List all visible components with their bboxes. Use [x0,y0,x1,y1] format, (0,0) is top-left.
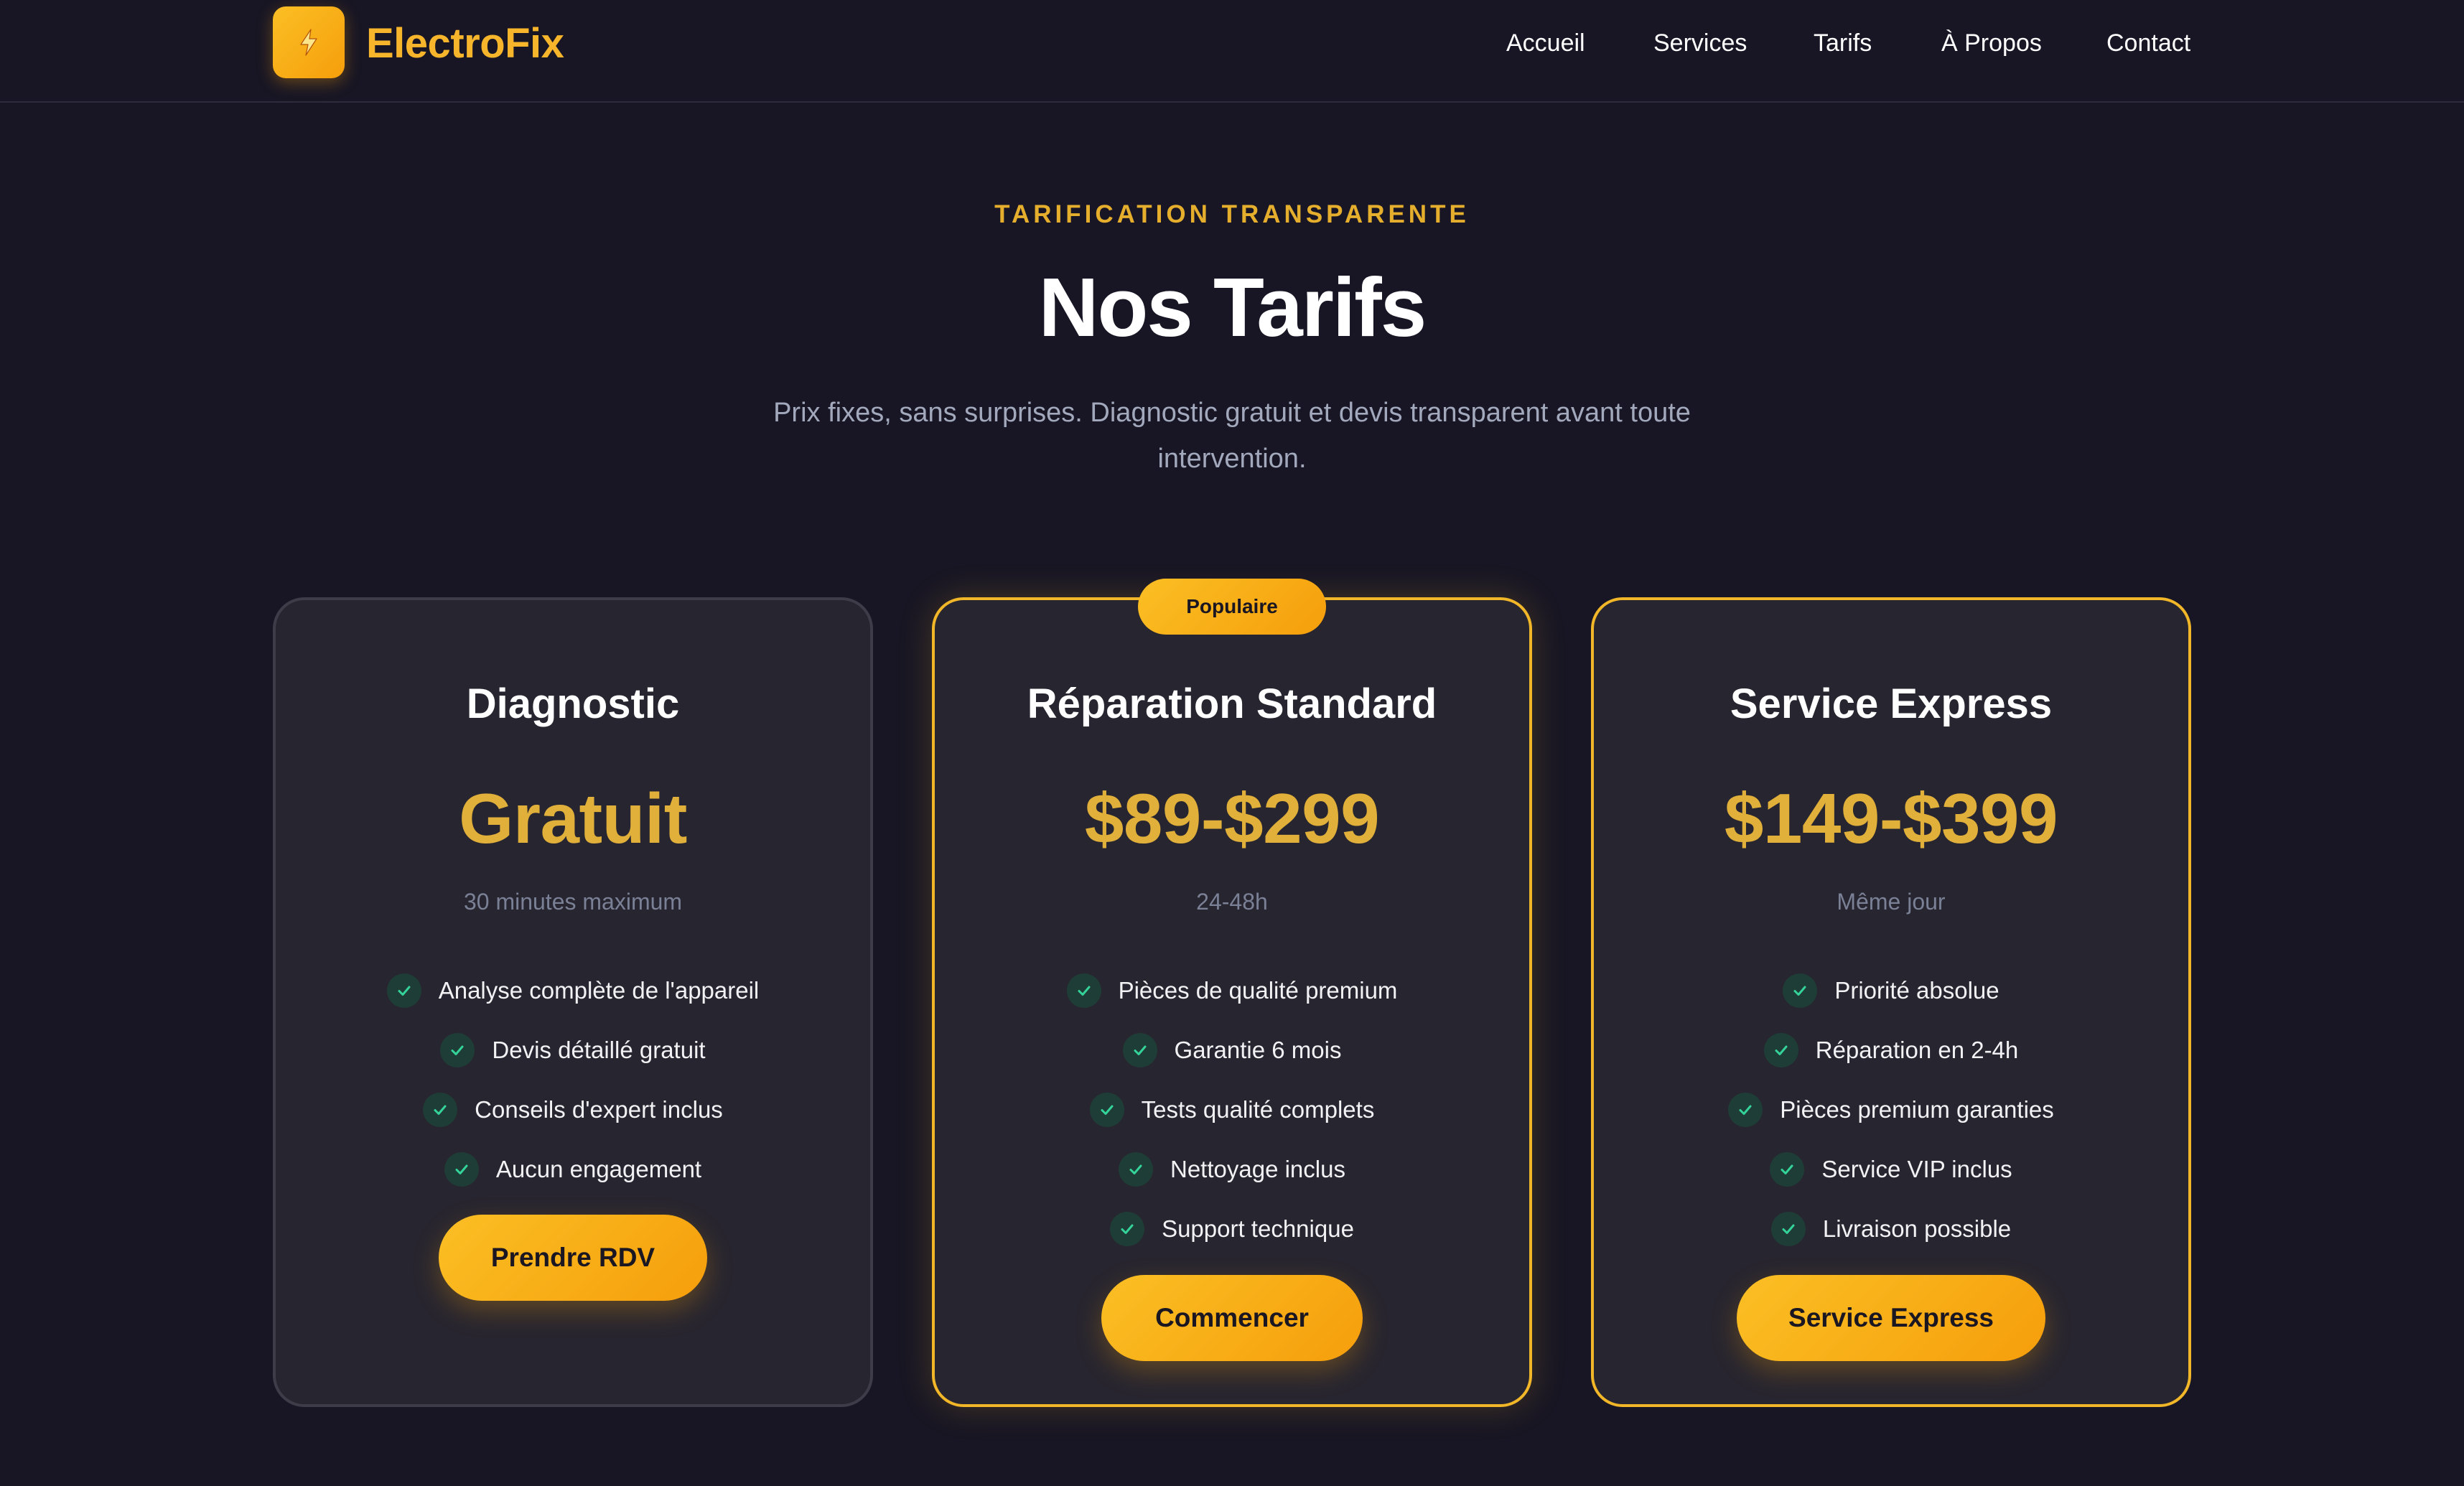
feature-item: Tests qualité complets [935,1080,1529,1139]
pricing-card-reparation-standard: Populaire Réparation Standard $89-$299 2… [932,579,1532,1407]
page-title: Nos Tarifs [1038,261,1427,354]
check-icon [1122,1032,1157,1067]
prendre-rdv-button[interactable]: Prendre RDV [439,1215,707,1301]
feature-item: Support technique [935,1199,1529,1258]
feature-label: Livraison possible [1822,1215,2012,1242]
pricing-card-service-express: Service Express $149-$399 Même jour Prio… [1591,597,2191,1407]
feature-item: Livraison possible [1594,1199,2188,1258]
check-icon [423,1092,458,1127]
brand-name[interactable]: ElectroFix [366,20,564,67]
nav-item-contact[interactable]: Contact [2106,26,2190,60]
plan-duration: 24-48h [1196,889,1268,915]
lightning-bolt-glyph [300,29,317,56]
feature-label: Pièces premium garanties [1780,1095,2054,1123]
plan-name: Réparation Standard [1027,681,1437,727]
feature-item: Nettoyage inclus [935,1139,1529,1199]
pricing-card-diagnostic: Diagnostic Gratuit 30 minutes maximum An… [273,597,873,1407]
plan-price: $149-$399 [1724,779,2058,858]
feature-item: Garantie 6 mois [935,1020,1529,1080]
popular-badge: Populaire [1138,579,1326,635]
feature-label: Conseils d'expert inclus [475,1095,723,1123]
feature-item: Pièces de qualité premium [935,961,1529,1020]
feature-item: Analyse complète de l'appareil [276,961,870,1020]
feature-label: Analyse complète de l'appareil [438,976,760,1004]
plan-price: Gratuit [459,779,687,858]
check-icon [1119,1151,1153,1187]
feature-item: Réparation en 2-4h [1594,1020,2188,1080]
feature-label: Réparation en 2-4h [1815,1036,2019,1063]
check-icon [1770,1211,1806,1246]
check-icon [1110,1211,1145,1246]
feature-list: Priorité absolue Réparation en 2-4h Pièc… [1594,961,2188,1258]
plan-name: Diagnostic [466,681,680,727]
feature-label: Nettoyage inclus [1170,1155,1345,1182]
check-icon [440,1032,475,1067]
nav-item-accueil[interactable]: Accueil [1506,26,1585,60]
feature-list: Pièces de qualité premium Garantie 6 moi… [935,961,1529,1258]
site-header: ElectroFix Accueil Services Tarifs À Pro… [0,0,2464,103]
feature-item: Priorité absolue [1594,961,2188,1020]
service-express-button[interactable]: Service Express [1737,1275,2045,1361]
plan-name: Service Express [1730,681,2053,727]
feature-label: Priorité absolue [1834,976,1999,1004]
feature-label: Garantie 6 mois [1174,1036,1342,1063]
feature-item: Service VIP inclus [1594,1139,2188,1199]
nav-item-tarifs[interactable]: Tarifs [1814,26,1872,60]
feature-item: Conseils d'expert inclus [276,1080,870,1139]
check-icon [1728,1092,1763,1127]
plan-price: $89-$299 [1084,779,1380,858]
plan-duration: Même jour [1837,889,1946,915]
feature-label: Tests qualité complets [1141,1095,1375,1123]
check-icon [1783,973,1818,1008]
commencer-button[interactable]: Commencer [1101,1275,1363,1361]
check-icon [1770,1151,1805,1187]
check-icon [1763,1032,1798,1067]
lightning-bolt-icon[interactable] [273,6,345,78]
feature-label: Support technique [1162,1215,1354,1242]
check-icon [1066,973,1101,1008]
plan-duration: 30 minutes maximum [463,889,683,915]
feature-label: Aucun engagement [495,1155,702,1182]
feature-label: Service VIP inclus [1821,1155,2012,1182]
feature-label: Pièces de qualité premium [1118,976,1398,1004]
feature-list: Analyse complète de l'appareil Devis dét… [276,961,870,1199]
feature-item: Aucun engagement [276,1139,870,1199]
feature-label: Devis détaillé gratuit [492,1036,706,1063]
page-subtitle: Prix fixes, sans surprises. Diagnostic g… [773,398,1691,474]
check-icon [444,1151,479,1187]
check-icon [386,973,421,1008]
feature-item: Pièces premium garanties [1594,1080,2188,1139]
nav-item-services[interactable]: Services [1653,26,1747,60]
nav-item-a-propos[interactable]: À Propos [1941,26,2042,60]
section-eyebrow: TARIFICATION TRANSPARENTE [994,200,1470,228]
check-icon [1089,1092,1124,1127]
feature-item: Devis détaillé gratuit [276,1020,870,1080]
